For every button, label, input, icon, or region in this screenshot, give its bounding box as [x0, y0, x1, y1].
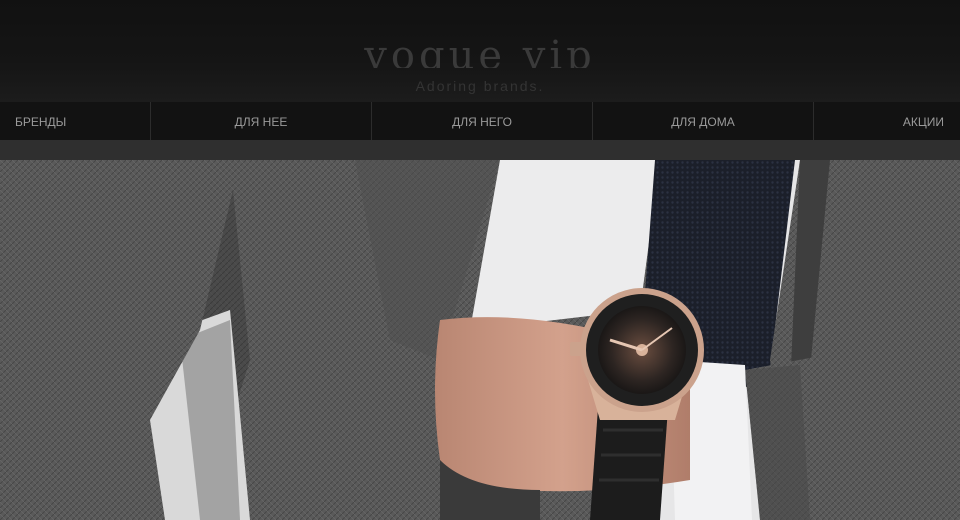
- nav-item-label: ДЛЯ ДОМА: [671, 115, 735, 129]
- nav-item-label: АКЦИИ: [902, 115, 944, 129]
- nav-item-label: ДЛЯ НЕЕ: [234, 115, 288, 129]
- nav-shadow-band: [0, 140, 960, 160]
- nav-item-for-home[interactable]: ДЛЯ ДОМА: [593, 102, 814, 140]
- nav-item-brands[interactable]: БРЕНДЫ: [0, 102, 151, 140]
- hero-image: [0, 160, 960, 520]
- nav-item-label: БРЕНДЫ: [15, 115, 67, 129]
- site-header: vogue vip Adoring brands.: [0, 0, 960, 102]
- site-logo[interactable]: vogue vip: [0, 36, 960, 68]
- site-tagline: Adoring brands.: [415, 78, 545, 94]
- main-nav: БРЕНДЫ ДЛЯ НЕЕ ДЛЯ НЕГО ДЛЯ ДОМА АКЦИИ: [0, 102, 960, 140]
- nav-item-for-her[interactable]: ДЛЯ НЕЕ: [151, 102, 372, 140]
- nav-item-sales[interactable]: АКЦИИ: [814, 102, 960, 140]
- nav-item-for-him[interactable]: ДЛЯ НЕГО: [372, 102, 593, 140]
- nav-item-label: ДЛЯ НЕГО: [452, 115, 512, 129]
- hero-banner[interactable]: [0, 160, 960, 520]
